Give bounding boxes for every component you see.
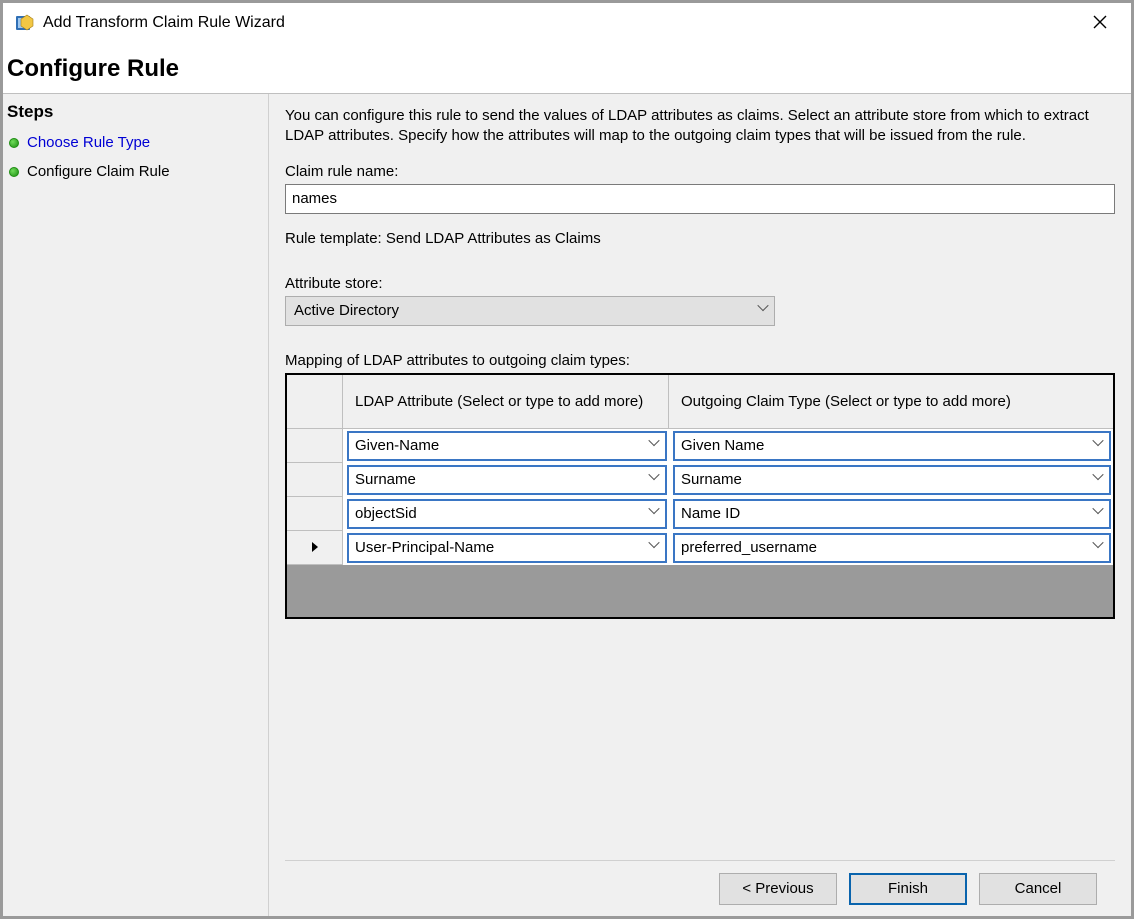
mapping-table: LDAP Attribute (Select or type to add mo… — [285, 373, 1115, 619]
main-content: You can configure this rule to send the … — [269, 94, 1131, 916]
outgoing-claim-combobox[interactable]: Name ID — [673, 499, 1111, 529]
chevron-down-icon — [643, 441, 665, 451]
active-row-icon — [312, 542, 318, 552]
chevron-down-icon — [643, 475, 665, 485]
body: Steps Choose Rule Type Configure Claim Ru… — [3, 93, 1131, 916]
steps-heading: Steps — [3, 100, 268, 128]
chevron-down-icon — [752, 297, 774, 325]
table-row: Given-Name Given Name — [287, 429, 1113, 463]
ldap-attribute-value: objectSid — [355, 505, 643, 522]
step-bullet-icon — [9, 138, 19, 148]
ldap-attribute-combobox[interactable]: objectSid — [347, 499, 667, 529]
step-label: Configure Claim Rule — [27, 163, 170, 180]
chevron-down-icon — [1087, 475, 1109, 485]
cell-ldap-attribute: User-Principal-Name — [343, 531, 669, 565]
row-header[interactable] — [287, 531, 343, 565]
ldap-attribute-combobox[interactable]: Surname — [347, 465, 667, 495]
attribute-store-select[interactable]: Active Directory — [285, 296, 775, 326]
ldap-attribute-value: Surname — [355, 471, 643, 488]
table-header-claim: Outgoing Claim Type (Select or type to a… — [669, 375, 1113, 429]
outgoing-claim-combobox[interactable]: Surname — [673, 465, 1111, 495]
cancel-button[interactable]: Cancel — [979, 873, 1097, 905]
row-header[interactable] — [287, 429, 343, 463]
table-row: User-Principal-Name preferred_username — [287, 531, 1113, 565]
table-header-ldap: LDAP Attribute (Select or type to add mo… — [343, 375, 669, 429]
attribute-store-label: Attribute store: — [285, 275, 1115, 292]
row-header[interactable] — [287, 463, 343, 497]
cell-ldap-attribute: objectSid — [343, 497, 669, 531]
page-title: Configure Rule — [7, 55, 1131, 83]
chevron-down-icon — [1087, 543, 1109, 553]
wizard-footer: < Previous Finish Cancel — [285, 860, 1115, 916]
close-button[interactable] — [1077, 7, 1123, 39]
finish-button[interactable]: Finish — [849, 873, 967, 905]
table-corner — [287, 375, 343, 429]
table-row: objectSid Name ID — [287, 497, 1113, 531]
rule-description: You can configure this rule to send the … — [285, 104, 1115, 147]
titlebar: Add Transform Claim Rule Wizard — [3, 3, 1131, 43]
outgoing-claim-value: Surname — [681, 471, 1087, 488]
table-body: Given-Name Given Name Surname Surname object… — [287, 429, 1113, 617]
window-title: Add Transform Claim Rule Wizard — [43, 14, 1077, 32]
claim-rule-name-input[interactable] — [285, 184, 1115, 214]
claim-rule-name-label: Claim rule name: — [285, 163, 1115, 180]
chevron-down-icon — [643, 509, 665, 519]
chevron-down-icon — [643, 543, 665, 553]
row-header[interactable] — [287, 497, 343, 531]
app-icon — [15, 13, 35, 33]
table-header: LDAP Attribute (Select or type to add mo… — [287, 375, 1113, 429]
outgoing-claim-value: Name ID — [681, 505, 1087, 522]
wizard-window: Add Transform Claim Rule Wizard Configur… — [0, 0, 1134, 919]
outgoing-claim-combobox[interactable]: preferred_username — [673, 533, 1111, 563]
ldap-attribute-value: User-Principal-Name — [355, 539, 643, 556]
cell-outgoing-claim: Given Name — [669, 429, 1113, 463]
chevron-down-icon — [1087, 441, 1109, 451]
outgoing-claim-value: preferred_username — [681, 539, 1087, 556]
previous-button[interactable]: < Previous — [719, 873, 837, 905]
attribute-store-value: Active Directory — [294, 302, 752, 319]
cell-outgoing-claim: Name ID — [669, 497, 1113, 531]
cell-outgoing-claim: preferred_username — [669, 531, 1113, 565]
table-row: Surname Surname — [287, 463, 1113, 497]
cell-ldap-attribute: Surname — [343, 463, 669, 497]
step-item-1[interactable]: Configure Claim Rule — [3, 157, 268, 186]
step-item-0[interactable]: Choose Rule Type — [3, 128, 268, 157]
ldap-attribute-combobox[interactable]: User-Principal-Name — [347, 533, 667, 563]
outgoing-claim-value: Given Name — [681, 437, 1087, 454]
cell-outgoing-claim: Surname — [669, 463, 1113, 497]
step-bullet-icon — [9, 167, 19, 177]
close-icon — [1093, 13, 1107, 33]
outgoing-claim-combobox[interactable]: Given Name — [673, 431, 1111, 461]
page-header: Configure Rule — [3, 43, 1131, 93]
ldap-attribute-combobox[interactable]: Given-Name — [347, 431, 667, 461]
step-label: Choose Rule Type — [27, 134, 150, 151]
chevron-down-icon — [1087, 509, 1109, 519]
steps-sidebar: Steps Choose Rule Type Configure Claim Ru… — [3, 94, 269, 916]
rule-template-text: Rule template: Send LDAP Attributes as C… — [285, 230, 1115, 247]
cell-ldap-attribute: Given-Name — [343, 429, 669, 463]
mapping-label: Mapping of LDAP attributes to outgoing c… — [285, 352, 1115, 369]
ldap-attribute-value: Given-Name — [355, 437, 643, 454]
